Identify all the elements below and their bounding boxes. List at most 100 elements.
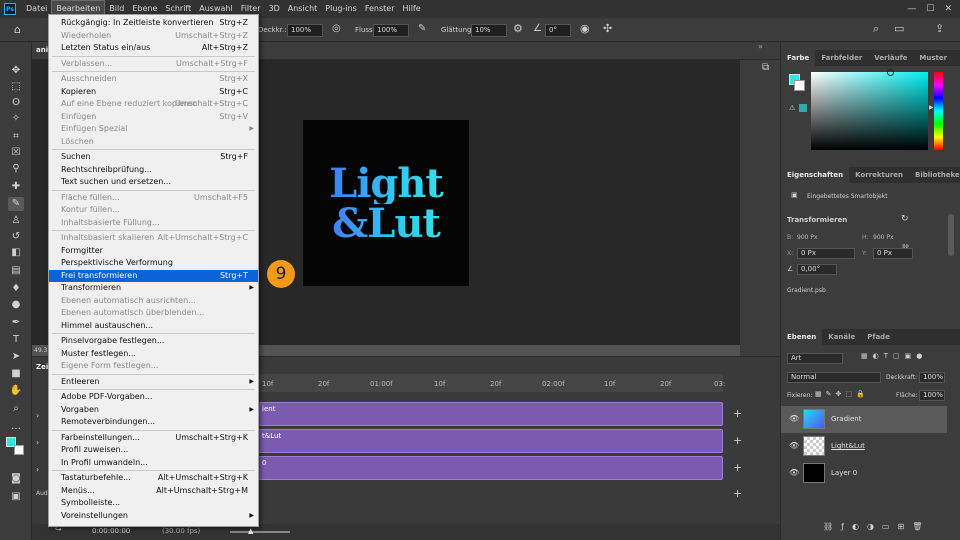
tab-verlaeufe[interactable]: Verläufe — [868, 50, 913, 66]
smoothing-field[interactable]: 10% — [471, 24, 507, 37]
zoom-tool-icon[interactable]: ⌕ — [8, 402, 24, 416]
photoshop-logo-icon[interactable]: Ps — [4, 3, 16, 15]
add-media-icon[interactable]: + — [733, 461, 742, 474]
angle-field[interactable]: 0,00° — [797, 264, 837, 275]
x-field[interactable]: 0 Px — [797, 248, 855, 259]
menu-item[interactable]: Entleeren ▶ — [49, 376, 258, 389]
tab-kanaele[interactable]: Kanäle — [822, 329, 861, 345]
zoom-slider-handle-icon[interactable]: ▲ — [248, 527, 253, 535]
healing-tool-icon[interactable]: ✚ — [8, 180, 24, 194]
track-expand-icon[interactable]: › — [36, 438, 39, 447]
track-expand-icon[interactable]: › — [36, 465, 39, 474]
menu-ansicht[interactable]: Ansicht — [284, 0, 322, 18]
layer-name[interactable]: Gradient — [831, 415, 861, 423]
menu-3d[interactable]: 3D — [265, 0, 284, 18]
menu-item[interactable]: Transformieren ▶ — [49, 282, 258, 295]
background-color-swatch[interactable] — [14, 445, 24, 455]
menu-item[interactable]: Rückgängig: In Zeitleiste konvertieren St… — [49, 17, 258, 30]
layer-name[interactable]: Light&Lut — [831, 442, 865, 450]
path-select-tool-icon[interactable]: ➤ — [8, 350, 24, 364]
visibility-eye-icon[interactable]: 👁 — [789, 441, 799, 450]
add-media-icon[interactable]: + — [733, 407, 742, 420]
menu-item[interactable]: Tastaturbefehle... Alt+Umschalt+Strg+K — [49, 472, 258, 485]
hand-tool-icon[interactable]: ✋ — [8, 384, 24, 398]
add-media-icon[interactable]: + — [733, 434, 742, 447]
reset-transform-icon[interactable]: ↻ — [901, 214, 909, 224]
menu-item[interactable]: Suchen Strg+F — [49, 151, 258, 164]
menu-item[interactable]: Inhaltsbasiert skalieren Alt+Umschalt+Str… — [49, 232, 258, 245]
gradient-tool-icon[interactable]: ▤ — [8, 264, 24, 278]
menu-item[interactable]: Pinselvorgabe festlegen... — [49, 335, 258, 348]
panel-toggle-icon[interactable]: ⧉ — [762, 62, 769, 73]
menu-plugins[interactable]: Plug-ins — [321, 0, 361, 18]
pressure-size-icon[interactable]: ◉ — [580, 22, 590, 35]
marquee-tool-icon[interactable]: ⬚ — [8, 80, 24, 94]
menu-item[interactable]: Rechtschreibprüfung... — [49, 164, 258, 177]
dodge-tool-icon[interactable]: ● — [8, 298, 24, 312]
menu-item[interactable]: Ebenen automatisch überblenden... — [49, 307, 258, 320]
visibility-eye-icon[interactable]: 👁 — [789, 468, 799, 477]
menu-item[interactable]: Formgitter — [49, 245, 258, 258]
pen-tool-icon[interactable]: ✒ — [8, 316, 24, 330]
document-tab[interactable]: ani — [36, 46, 48, 54]
layer-row-lightlut[interactable]: 👁 Light&Lut — [781, 433, 947, 460]
quick-mask-icon[interactable]: ◙ — [8, 472, 24, 486]
menu-item[interactable]: Wiederholen Umschalt+Strg+Z — [49, 30, 258, 43]
eraser-tool-icon[interactable]: ◧ — [8, 246, 24, 260]
web-safe-swatch[interactable] — [799, 104, 807, 112]
fill-field[interactable]: 100% — [919, 390, 945, 401]
y-field[interactable]: 0 Px — [873, 248, 913, 259]
blur-tool-icon[interactable]: ♦ — [8, 282, 24, 296]
airbrush-icon[interactable]: ✎ — [418, 23, 426, 34]
frame-tool-icon[interactable]: ☒ — [8, 146, 24, 160]
menu-item[interactable]: Muster festlegen... — [49, 348, 258, 361]
menu-datei[interactable]: Datei — [22, 0, 51, 18]
stamp-tool-icon[interactable]: ♙ — [8, 214, 24, 228]
tab-muster[interactable]: Muster — [913, 50, 953, 66]
width-value[interactable]: 900 Px — [797, 234, 818, 241]
maximize-icon[interactable]: ☐ — [926, 4, 934, 14]
layer-footer-icons[interactable]: ⛓ƒ◐◑▭⊞🗑 — [823, 522, 930, 531]
menu-item[interactable]: Auf eine Ebene reduziert kopieren Umschal… — [49, 98, 258, 111]
home-icon[interactable]: ⌂ — [14, 23, 21, 36]
more-tools-icon[interactable]: … — [8, 420, 24, 434]
lock-icons[interactable]: ▦✎✥⬚🔒 — [815, 390, 869, 398]
crop-tool-icon[interactable]: ⌗ — [8, 130, 24, 144]
artboard[interactable]: Light &Lut — [303, 120, 469, 286]
layer-name[interactable]: Layer 0 — [831, 469, 857, 477]
menu-item[interactable]: Ebenen automatisch ausrichten... — [49, 295, 258, 308]
type-tool-icon[interactable]: T — [8, 333, 24, 347]
menu-item[interactable]: Profil zuweisen... — [49, 444, 258, 457]
menu-item[interactable]: Remoteverbindungen... — [49, 416, 258, 429]
menu-item[interactable]: Fläche füllen... Umschalt+F5 — [49, 192, 258, 205]
opacity-field[interactable]: 100% — [919, 372, 945, 383]
screen-mode-icon[interactable]: ▣ — [8, 490, 24, 504]
workspace-icon[interactable]: ▭ — [894, 22, 904, 35]
menu-item[interactable]: Symbolleiste... — [49, 497, 258, 510]
color-field[interactable] — [811, 72, 928, 150]
angle-field[interactable]: 0° — [545, 24, 571, 37]
menu-item[interactable]: Kontur füllen... — [49, 204, 258, 217]
menu-item[interactable]: Einfügen Spezial ▶ — [49, 123, 258, 136]
quick-select-tool-icon[interactable]: ✧ — [8, 112, 24, 126]
menu-item[interactable]: Text suchen und ersetzen... — [49, 176, 258, 189]
history-brush-icon[interactable]: ↺ — [8, 230, 24, 244]
tab-bibliotheken[interactable]: Bibliotheken — [909, 167, 960, 183]
brush-tool-icon[interactable]: ✎ — [8, 197, 24, 211]
menu-item[interactable]: Verblassen... Umschalt+Strg+F — [49, 58, 258, 71]
timeline-track-layer0[interactable]: 0 — [258, 456, 723, 480]
collapse-panel-icon[interactable]: » — [758, 42, 763, 51]
layer-filter-select[interactable]: Art — [787, 353, 843, 364]
menu-fenster[interactable]: Fenster — [361, 0, 399, 18]
menu-item[interactable]: In Profil umwandeln... — [49, 457, 258, 470]
track-expand-icon[interactable]: › — [36, 411, 39, 420]
layer-row-layer0[interactable]: 👁 Layer 0 — [781, 460, 947, 487]
menu-item[interactable]: Perspektivische Verformung — [49, 257, 258, 270]
menu-item[interactable]: Kopieren Strg+C — [49, 86, 258, 99]
blend-mode-select[interactable]: Normal — [787, 372, 881, 383]
tab-korrekturen[interactable]: Korrekturen — [849, 167, 909, 183]
flow-field[interactable]: 100% — [373, 24, 409, 37]
tab-eigenschaften[interactable]: Eigenschaften — [781, 167, 850, 183]
rectangle-tool-icon[interactable]: ■ — [8, 367, 24, 381]
tab-farbfelder[interactable]: Farbfelder — [815, 50, 868, 66]
